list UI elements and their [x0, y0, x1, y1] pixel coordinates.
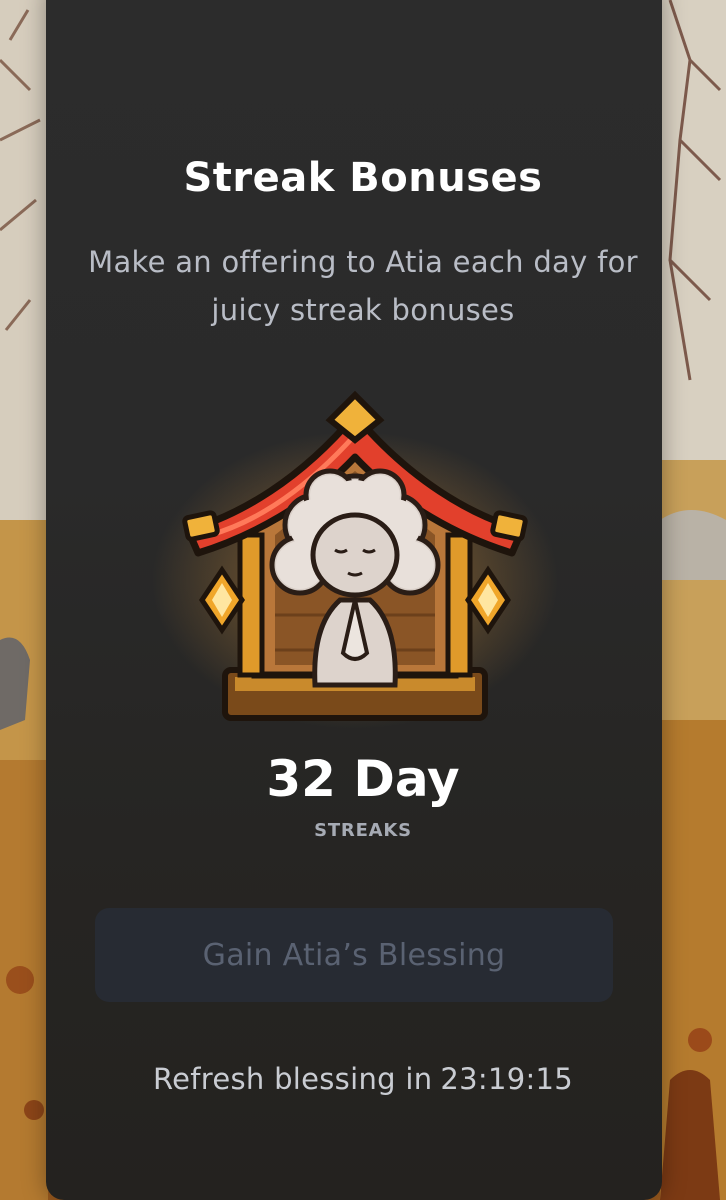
panel-subtitle: Make an offering to Atia each day for ju…	[88, 245, 638, 327]
refresh-countdown: 23:19:15	[440, 1062, 574, 1096]
streak-count: 32 Day	[266, 750, 460, 808]
gain-blessing-button[interactable]: Gain Atia’s Blessing	[95, 908, 613, 1002]
refresh-label: Refresh blessing in	[152, 1062, 433, 1096]
streak-label: STREAKS	[314, 820, 412, 841]
shrine-icon	[182, 390, 528, 721]
refresh-timer: Refresh blessing in 23:19:15	[0, 1062, 726, 1096]
panel-title: Streak Bonuses	[183, 155, 543, 201]
screen: Streak Bonuses Make an offering to Atia …	[0, 0, 726, 1200]
